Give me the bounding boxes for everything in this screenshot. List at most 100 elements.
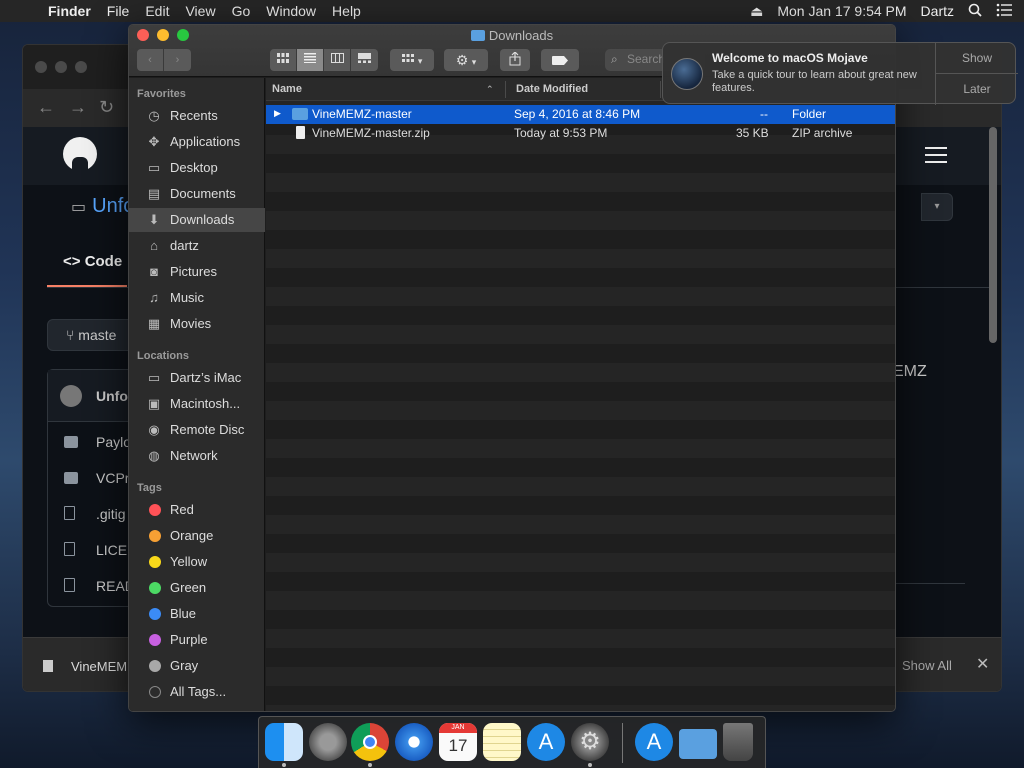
sidebar-item-remote-disc[interactable]: ◉ Remote Disc (129, 418, 265, 442)
column-view-button[interactable] (324, 49, 351, 71)
menu-app-finder[interactable]: Finder (44, 3, 99, 19)
close-download-shelf-icon[interactable]: ✕ (976, 654, 989, 674)
launchpad-dock-icon[interactable] (309, 723, 347, 761)
dock: JAN 17 A ⚙ A (258, 716, 766, 768)
sidebar-item-recents[interactable]: ◷ Recents (129, 104, 265, 128)
calendar-dock-icon[interactable]: JAN 17 (439, 723, 477, 761)
notes-dock-icon[interactable] (483, 723, 521, 761)
group-by-button[interactable]: ▾ (390, 49, 434, 71)
github-logo-icon[interactable] (63, 137, 97, 171)
chrome-dock-icon[interactable] (351, 723, 389, 761)
browser-close-button[interactable] (35, 61, 47, 73)
home-icon: ⌂ (150, 238, 158, 253)
icon-view-button[interactable] (270, 49, 297, 71)
back-forward-control: ‹ › (137, 49, 191, 71)
commit-author[interactable]: Unfo (96, 388, 128, 404)
sidebar-item-applications[interactable]: ✥ Applications (129, 130, 265, 154)
forward-button[interactable]: › (164, 49, 191, 71)
show-button[interactable]: Show (936, 43, 1018, 74)
running-indicator (588, 763, 592, 767)
calendar-day: 17 (448, 736, 468, 755)
sidebar-item-desktop[interactable]: ▭ Desktop (129, 156, 265, 180)
sidebar-tag-gray[interactable]: Gray (129, 654, 265, 678)
menu-file[interactable]: File (99, 3, 138, 19)
search-icon: ⌕ (611, 52, 618, 66)
action-menu-button[interactable]: ⚙ ▾ (444, 49, 488, 71)
all-tags-icon (149, 686, 161, 698)
browser-scrollbar[interactable] (989, 127, 997, 343)
back-arrow-icon[interactable]: ← (37, 97, 55, 118)
sidebar-item-network[interactable]: ◍ Network (129, 444, 265, 468)
sidebar-item-imac[interactable]: ▭ Dartz’s iMac (129, 366, 265, 390)
trash-icon[interactable] (723, 723, 753, 761)
app-store-downloads-dock-icon[interactable]: A (635, 723, 673, 761)
spotlight-icon[interactable] (968, 3, 982, 20)
folder-dock-icon[interactable] (679, 729, 717, 759)
download-item[interactable]: VineMEM (71, 659, 127, 674)
documents-icon: ▤ (147, 186, 161, 201)
disclosure-triangle-icon[interactable]: ▶ (274, 108, 281, 119)
column-divider[interactable] (660, 81, 661, 98)
show-all-downloads-button[interactable]: Show All (893, 656, 952, 675)
gallery-view-button[interactable] (351, 49, 378, 71)
avatar[interactable] (60, 385, 82, 407)
menu-view[interactable]: View (177, 3, 223, 19)
menu-go[interactable]: Go (224, 3, 259, 19)
notification-banner[interactable]: Welcome to macOS Mojave Take a quick tou… (662, 42, 1018, 105)
sidebar-tag-green[interactable]: Green (129, 576, 265, 600)
code-icon: <> (63, 253, 85, 270)
sidebar-all-tags[interactable]: All Tags... (129, 680, 265, 704)
file-kind: ZIP archive (792, 126, 853, 140)
tags-header: Tags (137, 482, 162, 494)
eject-icon[interactable]: ⏏ (750, 3, 763, 20)
desktop-icon: ▭ (147, 160, 161, 175)
sidebar-item-pictures[interactable]: ◙ Pictures (129, 260, 265, 284)
tab-code[interactable]: <> Code (63, 253, 122, 270)
sidebar-item-home[interactable]: ⌂ dartz (129, 234, 265, 258)
menubar-clock[interactable]: Mon Jan 17 9:54 PM (777, 3, 906, 19)
running-indicator (368, 763, 372, 767)
sidebar-tag-red[interactable]: Red (129, 498, 265, 522)
table-row[interactable]: VineMEMZ-master.zip Today at 9:53 PM 35 … (266, 124, 895, 143)
browser-zoom-button[interactable] (75, 61, 87, 73)
sidebar-tag-blue[interactable]: Blue (129, 602, 265, 626)
finder-dock-icon[interactable] (265, 723, 303, 761)
chevron-down-icon: ▾ (417, 56, 423, 66)
browser-minimize-button[interactable] (55, 61, 67, 73)
notification-center-icon[interactable] (996, 3, 1012, 20)
sidebar-item-music[interactable]: ♫ Music (129, 286, 265, 310)
mojave-icon (671, 58, 703, 90)
menu-help[interactable]: Help (324, 3, 369, 19)
menu-window[interactable]: Window (258, 3, 324, 19)
sidebar-item-documents[interactable]: ▤ Documents (129, 182, 265, 206)
back-button[interactable]: ‹ (137, 49, 164, 71)
file-date: Today at 9:53 PM (514, 126, 608, 140)
sidebar-item-downloads[interactable]: ⬇ Downloads (129, 208, 265, 232)
app-store-dock-icon[interactable]: A (527, 723, 565, 761)
column-divider[interactable] (505, 81, 506, 98)
sidebar-tag-yellow[interactable]: Yellow (129, 550, 265, 574)
share-button[interactable] (500, 49, 530, 71)
repo-icon: ▭ (71, 199, 87, 216)
sidebar-item-macintosh-hd[interactable]: ▣ Macintosh... (129, 392, 265, 416)
table-row[interactable]: ▶ VineMEMZ-master Sep 4, 2016 at 8:46 PM… (266, 105, 895, 124)
safari-dock-icon[interactable] (395, 723, 433, 761)
sidebar-tag-purple[interactable]: Purple (129, 628, 265, 652)
menubar-user[interactable]: Dartz (921, 3, 954, 19)
column-date-header[interactable]: Date Modified (516, 83, 588, 95)
hamburger-menu-icon[interactable] (925, 147, 947, 163)
sidebar-tag-orange[interactable]: Orange (129, 524, 265, 548)
sidebar-item-movies[interactable]: ▦ Movies (129, 312, 265, 336)
file-kind: Folder (792, 107, 827, 121)
list-view-button[interactable] (297, 49, 324, 71)
favorites-header: Favorites (137, 88, 186, 100)
menu-edit[interactable]: Edit (137, 3, 177, 19)
tags-button[interactable] (541, 49, 579, 71)
system-preferences-dock-icon[interactable]: ⚙ (571, 723, 609, 761)
repo-dropdown-button[interactable]: ▾ (921, 193, 953, 221)
file-icon (64, 542, 75, 556)
later-button[interactable]: Later (936, 74, 1018, 105)
forward-arrow-icon[interactable]: → (69, 97, 87, 118)
column-name-header[interactable]: Name (272, 83, 302, 95)
reload-icon[interactable]: ↻ (99, 97, 114, 118)
